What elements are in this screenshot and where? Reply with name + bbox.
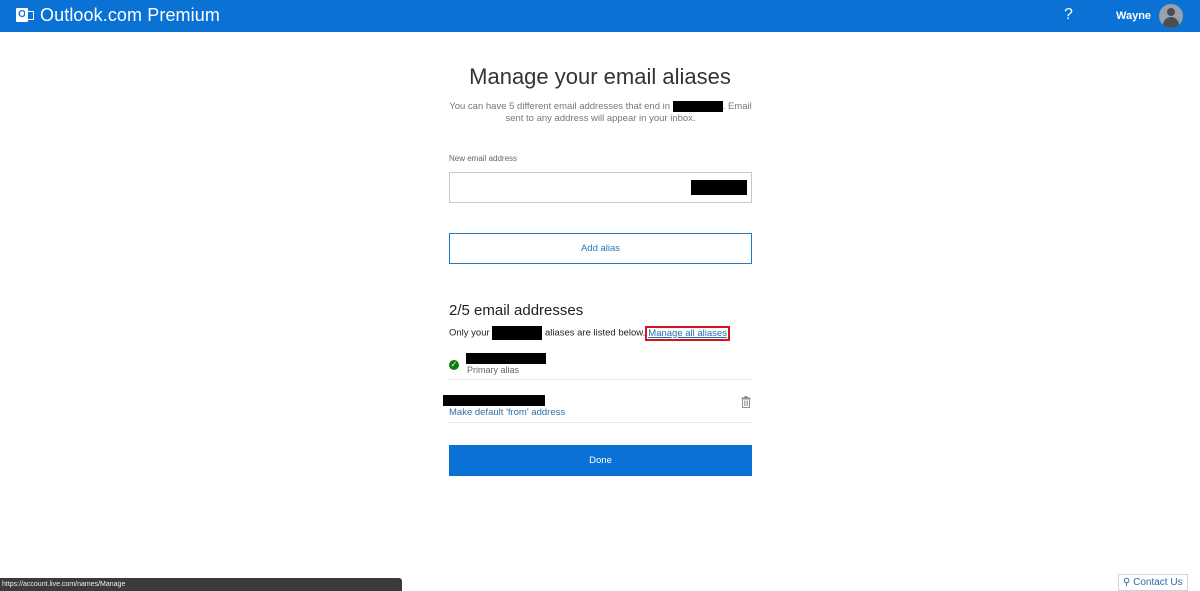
manage-all-aliases-link[interactable]: Manage all aliases bbox=[645, 325, 730, 341]
contact-us-button[interactable]: ⚲ Contact Us bbox=[1118, 574, 1188, 591]
new-email-field-wrapper bbox=[449, 172, 752, 203]
alias-count-heading: 2/5 email addresses bbox=[449, 302, 584, 319]
intro-text-start: You can have 5 different email addresses… bbox=[449, 101, 671, 113]
page-title: Manage your email aliases bbox=[469, 64, 731, 89]
done-button[interactable]: Done bbox=[449, 445, 752, 476]
chat-icon: ⚲ bbox=[1123, 577, 1131, 588]
aliases-note-end: aliases are listed below. bbox=[544, 327, 646, 339]
redacted-alias-address bbox=[443, 395, 545, 406]
check-circle-icon: ✓ bbox=[449, 360, 459, 370]
add-alias-button[interactable]: Add alias bbox=[449, 233, 752, 264]
redacted-domain bbox=[492, 326, 543, 340]
new-email-label: New email address bbox=[449, 154, 518, 163]
redacted-domain-suffix bbox=[691, 180, 747, 195]
outlook-logo-icon: O bbox=[16, 7, 34, 25]
status-bar-url: https://account.live.com/names/Manage bbox=[0, 578, 402, 591]
primary-alias-label: Primary alias bbox=[467, 365, 520, 375]
avatar[interactable] bbox=[1159, 4, 1183, 28]
alias-row-primary: ✓ Primary alias bbox=[449, 352, 752, 380]
make-default-from-link[interactable]: Make default 'from' address bbox=[449, 407, 565, 418]
trash-icon[interactable] bbox=[741, 396, 751, 408]
top-bar: O Outlook.com Premium ? Wayne bbox=[0, 0, 1200, 32]
redacted-domain bbox=[672, 101, 723, 112]
new-email-input[interactable] bbox=[450, 173, 696, 202]
user-name[interactable]: Wayne bbox=[1116, 10, 1151, 22]
redacted-alias-address bbox=[466, 353, 546, 364]
contact-us-label: Contact Us bbox=[1133, 577, 1183, 588]
brand[interactable]: O Outlook.com Premium bbox=[16, 5, 220, 26]
help-button[interactable]: ? bbox=[1064, 6, 1073, 24]
brand-title: Outlook.com Premium bbox=[40, 5, 220, 25]
aliases-note: Only your aliases are listed below. Manag… bbox=[449, 325, 730, 341]
intro-text: You can have 5 different email addresses… bbox=[449, 101, 752, 125]
alias-row-secondary: Make default 'from' address bbox=[443, 393, 752, 423]
aliases-note-start: Only your bbox=[449, 327, 490, 339]
